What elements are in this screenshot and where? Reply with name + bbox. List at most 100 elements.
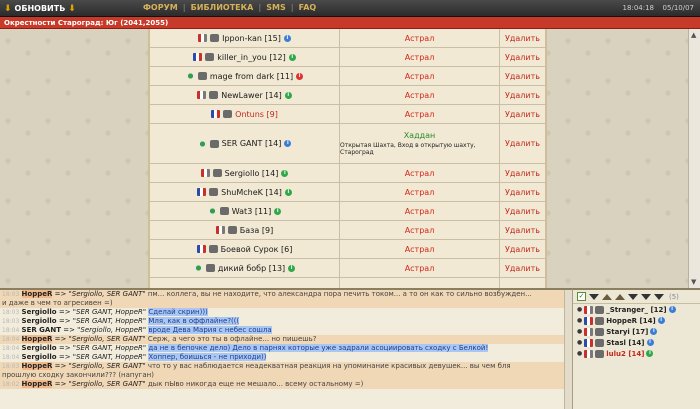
online-user[interactable]: ● lulu2 [14] i: [573, 348, 700, 359]
player-action[interactable]: Астрал: [405, 53, 435, 62]
online-user[interactable]: ● Stasl [14] i: [573, 337, 700, 348]
player-name[interactable]: дикий бобр [13]: [218, 264, 285, 273]
nav-sms[interactable]: SMS: [266, 3, 285, 12]
info-icon[interactable]: i: [296, 72, 304, 80]
delete-link[interactable]: Удалить: [500, 164, 545, 182]
player-row: ЕгорГорыныч [20] i Хаддан Староград Удал…: [150, 278, 545, 288]
info-icon[interactable]: i: [668, 306, 676, 313]
info-icon[interactable]: i: [646, 350, 654, 357]
delete-link[interactable]: Удалить: [500, 221, 545, 239]
player-action[interactable]: Астрал: [405, 72, 435, 81]
chat-message: 18:04 SER GANT => "Sergiollo, HoppeR" вр…: [2, 326, 272, 334]
chat-user[interactable]: HoppeR: [21, 380, 53, 388]
player-name[interactable]: Боевой Сурок [6]: [221, 245, 293, 254]
info-icon[interactable]: i: [281, 169, 289, 177]
info-icon[interactable]: i: [284, 140, 292, 147]
player-name[interactable]: Ontuns [9]: [235, 110, 278, 119]
player-name[interactable]: SER GANT [14]: [222, 139, 282, 148]
chat-user[interactable]: Sergiollo: [22, 317, 57, 325]
chat-recipients[interactable]: "Sergiollo, HoppeR": [77, 326, 146, 334]
chat-recipients[interactable]: "SER GANT, HoppeR": [73, 317, 146, 325]
player-name[interactable]: Ippon-kan [15]: [222, 34, 281, 43]
sort-down-icon[interactable]: [589, 293, 599, 300]
delete-link[interactable]: Удалить: [500, 48, 545, 66]
sort-down-icon-3[interactable]: [641, 293, 651, 300]
player-name[interactable]: NewLawer [14]: [221, 91, 282, 100]
chat-user[interactable]: HoppeR: [21, 290, 53, 298]
online-user[interactable]: ● HoppeR [14] i: [573, 315, 700, 326]
refresh-button[interactable]: ⬇ ОБНОВИТЬ ⬇: [4, 2, 76, 15]
chat-user[interactable]: Sergiollo: [22, 308, 57, 316]
player-name[interactable]: Sergiollo [14]: [225, 169, 279, 178]
player-action[interactable]: Хаддан: [404, 131, 436, 140]
info-icon[interactable]: i: [283, 34, 291, 42]
chat-user[interactable]: Sergiollo: [22, 353, 57, 361]
chat-recipients[interactable]: "SER GANT, HoppeR": [73, 344, 146, 352]
nav-library[interactable]: БИБЛИОТЕКА: [191, 3, 254, 12]
online-user[interactable]: ● Staryi [17] i: [573, 326, 700, 337]
online-user-name[interactable]: _Stranger_ [12]: [606, 306, 666, 314]
chat-user[interactable]: HoppeR: [21, 335, 53, 343]
player-action[interactable]: Астрал: [405, 264, 435, 273]
online-user-name[interactable]: Staryi [17]: [606, 328, 648, 336]
player-action[interactable]: Астрал: [405, 226, 435, 235]
chat-user[interactable]: SER GANT: [22, 326, 61, 334]
delete-link[interactable]: Удалить: [500, 202, 545, 220]
online-user[interactable]: ● _Stranger_ [12] i: [573, 304, 700, 315]
player-action[interactable]: Астрал: [405, 91, 435, 100]
sort-up-icon-2[interactable]: [615, 293, 625, 300]
chat-recipients[interactable]: "SER GANT, HoppeR": [73, 353, 146, 361]
sort-up-icon[interactable]: [602, 293, 612, 300]
info-icon[interactable]: i: [284, 188, 292, 196]
scroll-up-icon[interactable]: ▲: [691, 31, 696, 39]
info-icon[interactable]: i: [284, 91, 292, 99]
chat-recipients[interactable]: "Sergiollo, SER GANT": [69, 380, 146, 388]
chat-recipients[interactable]: "SER GANT, HoppeR": [73, 308, 146, 316]
player-action[interactable]: Астрал: [405, 188, 435, 197]
chat-message: прошлую сходку закончили??? (напуган): [0, 371, 572, 380]
delete-link[interactable]: Удалить: [500, 259, 545, 277]
info-icon[interactable]: i: [657, 317, 665, 324]
delete-link[interactable]: Удалить: [500, 67, 545, 85]
delete-link[interactable]: Удалить: [500, 183, 545, 201]
chat-user[interactable]: HoppeR: [21, 362, 53, 370]
info-icon[interactable]: i: [288, 53, 296, 61]
delete-link[interactable]: Удалить: [500, 240, 545, 258]
scene-scrollbar[interactable]: ▲ ▼: [688, 29, 700, 288]
chat-recipients[interactable]: "Sergiollo, SER GANT": [69, 335, 146, 343]
chat-scrollbar[interactable]: [564, 290, 572, 409]
delete-link[interactable]: Удалить: [500, 86, 545, 104]
online-user-name[interactable]: Stasl [14]: [606, 339, 644, 347]
sort-down-icon-2[interactable]: [628, 293, 638, 300]
player-action[interactable]: Астрал: [405, 34, 435, 43]
player-name[interactable]: База [9]: [240, 226, 273, 235]
online-user-name[interactable]: lulu2 [14]: [606, 350, 644, 358]
chat-recipients[interactable]: "Sergiollo, SER GANT": [69, 362, 146, 370]
chat-recipients[interactable]: "Sergiollo, SER GANT": [69, 290, 146, 298]
delete-link[interactable]: Удалить: [500, 278, 545, 288]
online-user-name[interactable]: HoppeR [14]: [606, 317, 655, 325]
info-icon[interactable]: i: [646, 339, 654, 346]
info-icon[interactable]: i: [288, 264, 296, 272]
player-action[interactable]: Астрал: [405, 245, 435, 254]
nav-forum[interactable]: ФОРУМ: [143, 3, 178, 12]
info-icon[interactable]: i: [650, 328, 658, 335]
player-name[interactable]: mage from dark [11]: [210, 72, 293, 81]
delete-link[interactable]: Удалить: [500, 105, 545, 123]
player-name[interactable]: Wat3 [11]: [232, 207, 272, 216]
player-action[interactable]: Астрал: [405, 207, 435, 216]
filter-checkbox[interactable]: ✓: [577, 292, 586, 301]
sort-down-icon-4[interactable]: [654, 293, 664, 300]
player-name[interactable]: killer_in_you [12]: [217, 53, 285, 62]
player-action[interactable]: Астрал: [405, 169, 435, 178]
chat-text: дык пЫво никогда еще не мешало... всему …: [147, 380, 364, 388]
player-name[interactable]: ShuMcheK [14]: [221, 188, 282, 197]
nav-faq[interactable]: FAQ: [299, 3, 317, 12]
bullet-icon: ●: [577, 328, 583, 335]
delete-link[interactable]: Удалить: [500, 29, 545, 47]
player-action[interactable]: Астрал: [405, 110, 435, 119]
scroll-down-icon[interactable]: ▼: [691, 278, 696, 286]
chat-user[interactable]: Sergiollo: [22, 344, 57, 352]
info-icon[interactable]: i: [274, 207, 282, 215]
delete-link[interactable]: Удалить: [500, 124, 545, 163]
